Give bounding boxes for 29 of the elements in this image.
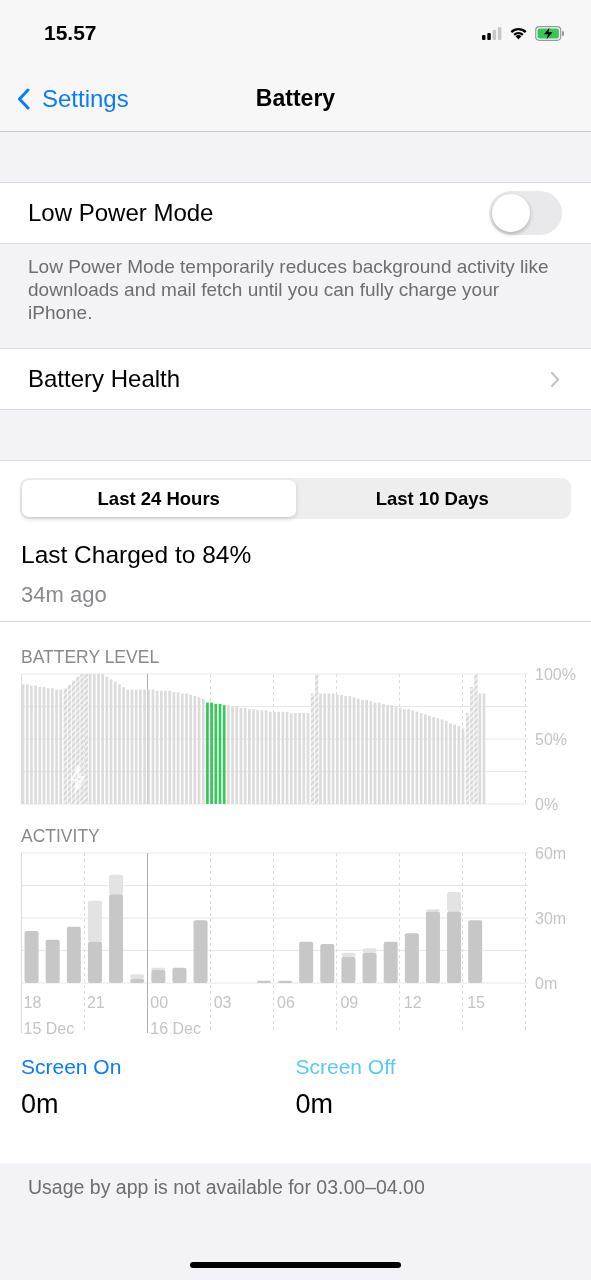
status-time: 15.57 bbox=[44, 20, 97, 47]
axis-label: 100% bbox=[535, 665, 576, 683]
axis-label: 12 bbox=[403, 993, 422, 1011]
page-title: Battery bbox=[255, 84, 336, 114]
axis-label: 60m bbox=[535, 844, 567, 862]
axis-label: 09 bbox=[340, 993, 359, 1011]
chart-heading: ACTIVITY bbox=[21, 826, 101, 845]
footnote: Low Power Mode temporarily reduces background activity like downloads and mail fetch until you can fully charge your iPhone. bbox=[27, 255, 550, 325]
axis-label: 15 bbox=[467, 993, 485, 1011]
date-label: 16 Dec bbox=[150, 1019, 201, 1037]
setting-label: Low Power Mode bbox=[28, 198, 214, 228]
axis-label: 00 bbox=[150, 993, 169, 1011]
axis-label: 50% bbox=[535, 730, 568, 748]
footer-note: Usage by app is not available for 03.00–04.00 bbox=[27, 1174, 426, 1200]
axis-label: 0% bbox=[535, 795, 559, 811]
usage-value: 0m bbox=[21, 1088, 60, 1122]
usage-label: Screen Off bbox=[295, 1053, 397, 1080]
date-label: 15 Dec bbox=[23, 1019, 75, 1037]
axis-label: 03 bbox=[213, 993, 232, 1011]
axis-label: 21 bbox=[86, 993, 105, 1011]
usage-label: Screen On bbox=[21, 1053, 123, 1080]
chart-heading: BATTERY LEVEL bbox=[21, 647, 161, 666]
axis-label: 0m bbox=[535, 974, 558, 992]
usage-value: 0m bbox=[295, 1088, 334, 1122]
axis-label: 30m bbox=[535, 909, 567, 927]
last-charged-title: Last Charged to 84% bbox=[21, 540, 253, 570]
axis-label: 06 bbox=[277, 993, 295, 1011]
last-charged-time: 34m ago bbox=[21, 580, 108, 609]
axis-label: 18 bbox=[23, 993, 42, 1011]
